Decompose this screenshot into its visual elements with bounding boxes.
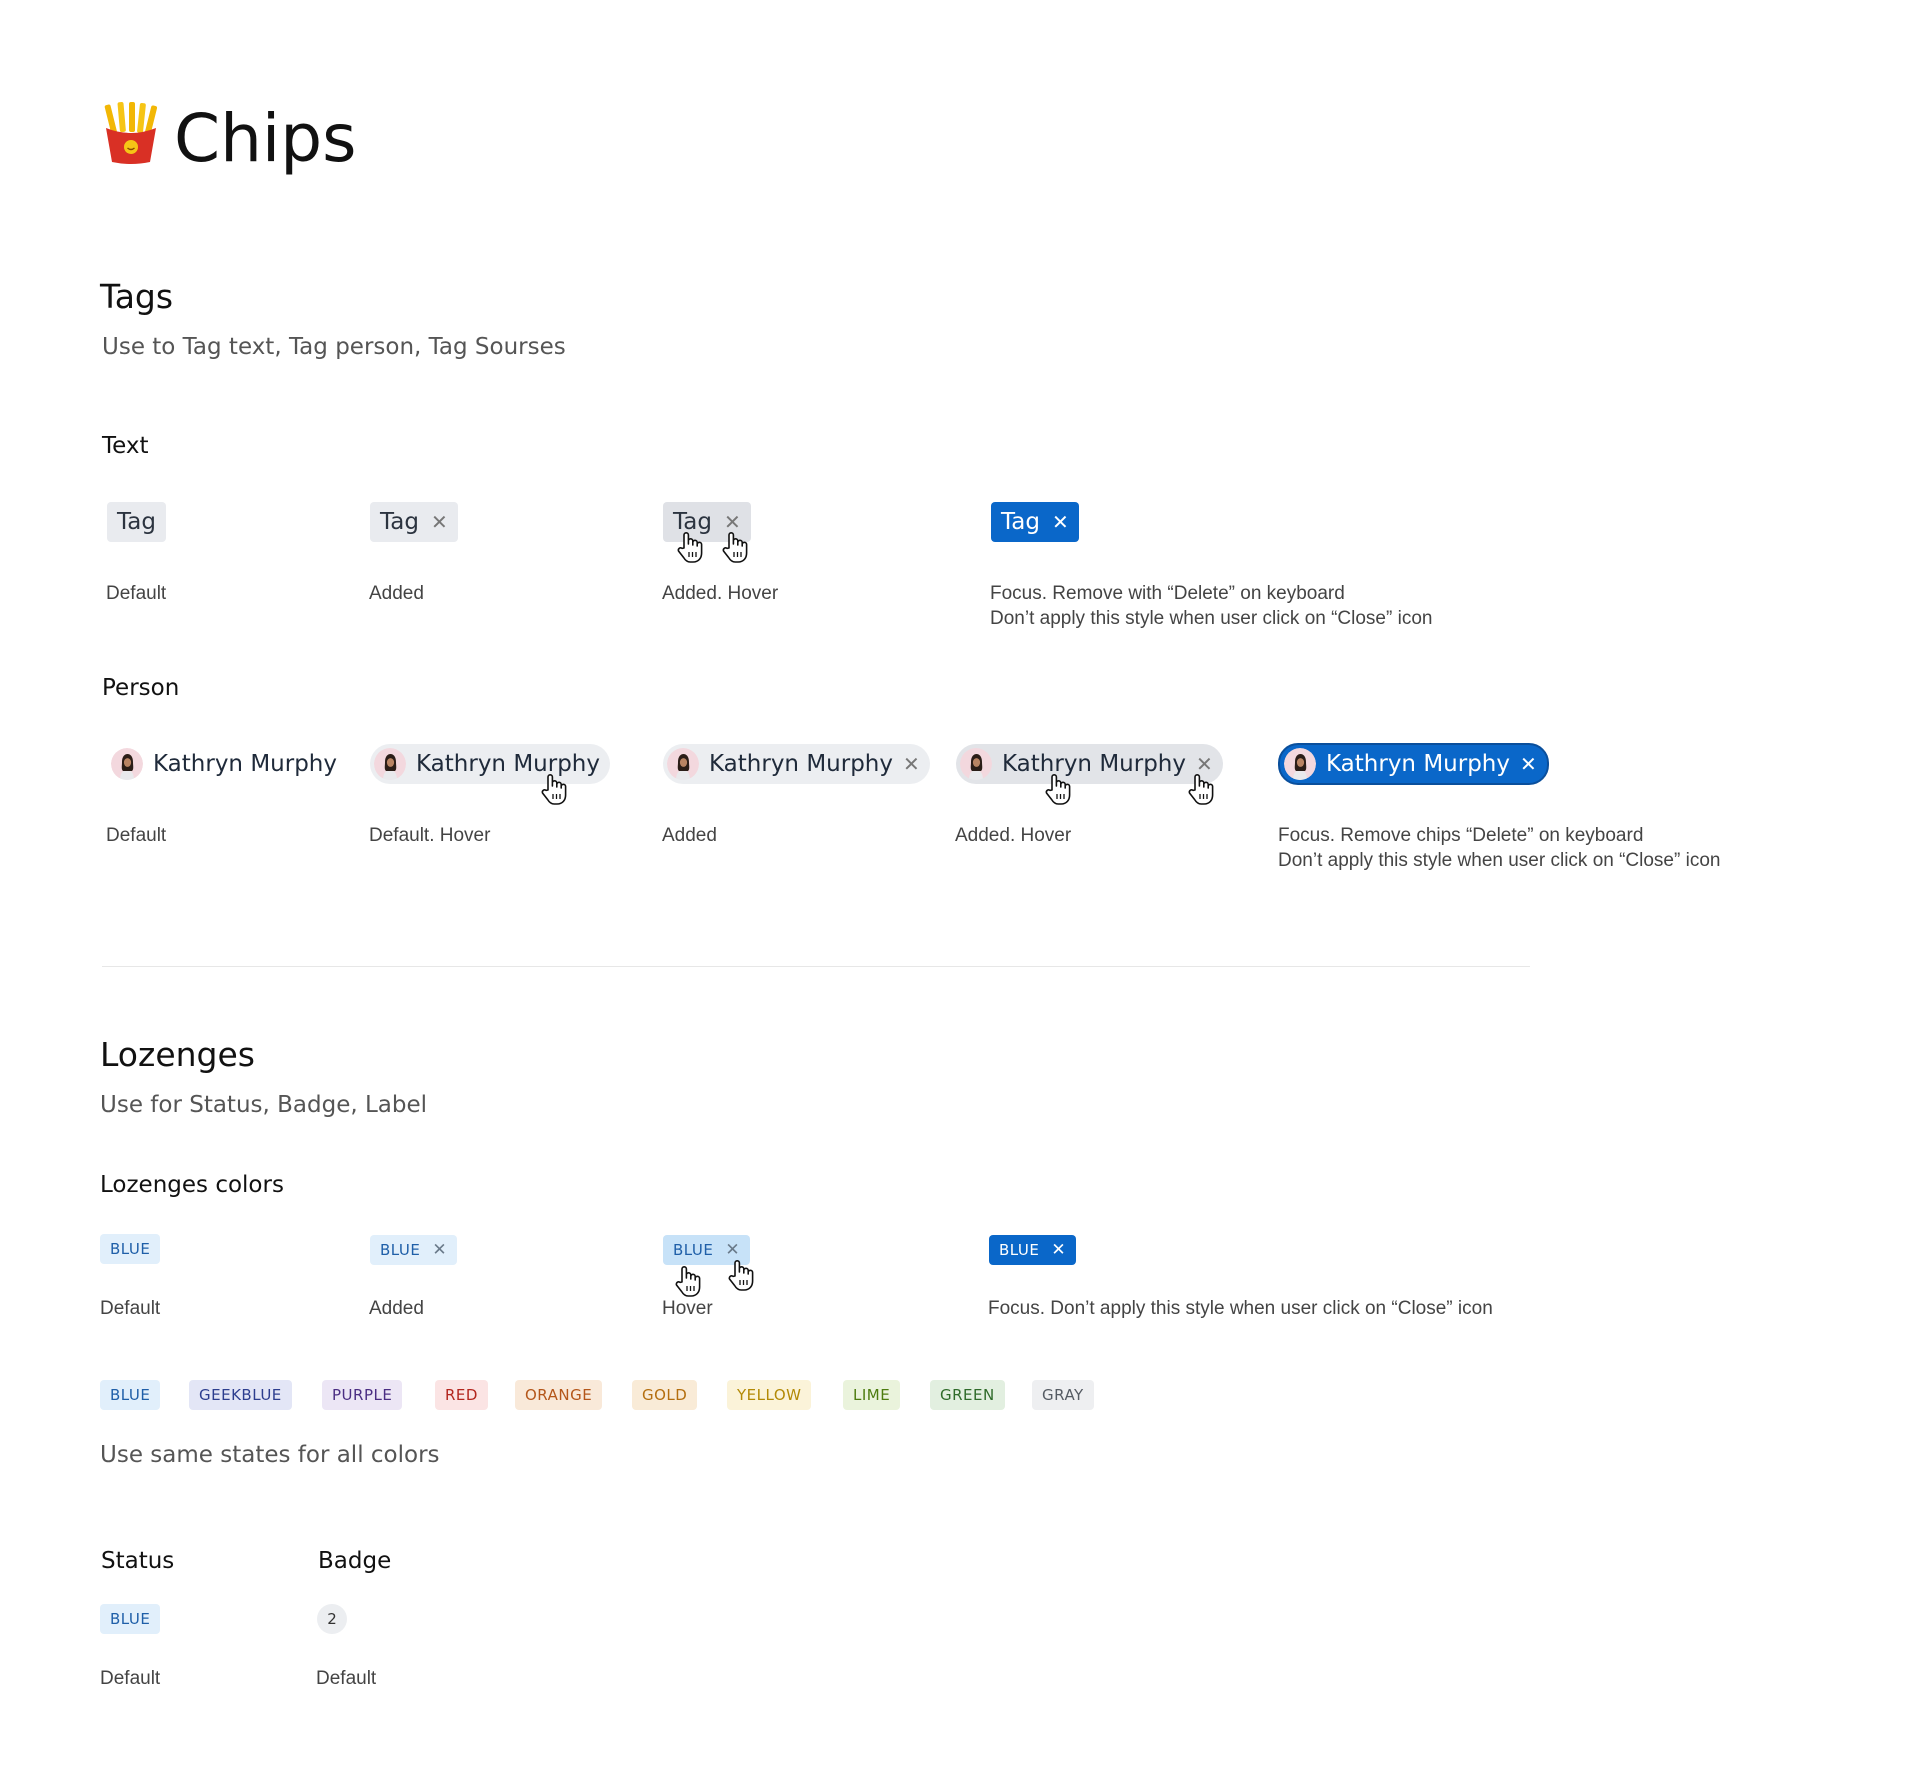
- lozenge-label: GRAY: [1042, 1386, 1084, 1404]
- person-chip-default[interactable]: Kathryn Murphy: [107, 744, 347, 784]
- person-avatar: [960, 748, 992, 780]
- person-chip-added[interactable]: Kathryn Murphy ✕: [663, 744, 930, 784]
- tags-section-subtitle: Use to Tag text, Tag person, Tag Sourses: [102, 334, 566, 360]
- caption-added: Added: [369, 1298, 424, 1319]
- tags-section-title: Tags: [100, 277, 174, 316]
- hand-pointer-cursor-icon: [1043, 772, 1073, 806]
- lozenge-label: GOLD: [642, 1386, 688, 1404]
- person-group-heading: Person: [102, 675, 180, 701]
- text-tag-added[interactable]: Tag ✕: [370, 502, 458, 542]
- lozenge-gold[interactable]: GOLD: [632, 1380, 698, 1410]
- lozenge-green[interactable]: GREEN: [930, 1380, 1005, 1410]
- french-fries-icon: [102, 102, 160, 166]
- person-name: Kathryn Murphy: [153, 751, 337, 777]
- hand-pointer-cursor-icon: [675, 530, 705, 564]
- status-label: BLUE: [110, 1610, 151, 1628]
- lozenge-label: BLUE: [380, 1241, 421, 1259]
- person-avatar: [1284, 748, 1316, 780]
- count-badge: 2: [317, 1604, 347, 1634]
- caption-focus-line2: Don’t apply this style when user click o…: [990, 608, 1433, 629]
- lozenge-geekblue[interactable]: GEEKBLUE: [189, 1380, 292, 1410]
- caption-default-hover: Default. Hover: [369, 825, 491, 846]
- close-icon[interactable]: ✕: [1520, 752, 1537, 776]
- lozenge-label: BLUE: [673, 1241, 714, 1259]
- hand-pointer-cursor-icon: [539, 772, 569, 806]
- person-avatar: [667, 748, 699, 780]
- caption-badge-default: Default: [316, 1668, 377, 1689]
- page-title: Chips: [174, 100, 357, 177]
- lozenge-gray[interactable]: GRAY: [1032, 1380, 1094, 1410]
- status-lozenge: BLUE: [100, 1604, 161, 1634]
- lozenge-label: LIME: [853, 1386, 891, 1404]
- lozenge-label: RED: [445, 1386, 478, 1404]
- text-tag-default[interactable]: Tag: [107, 502, 166, 542]
- caption-added: Added: [662, 825, 717, 846]
- close-icon[interactable]: ✕: [1051, 1240, 1066, 1260]
- close-icon[interactable]: ✕: [903, 752, 920, 776]
- palette-note: Use same states for all colors: [100, 1442, 440, 1468]
- caption-default: Default: [106, 583, 167, 604]
- person-avatar: [111, 748, 143, 780]
- section-divider: [102, 966, 1530, 967]
- lozenge-label: GREEN: [940, 1386, 995, 1404]
- caption-focus: Focus. Don’t apply this style when user …: [988, 1298, 1493, 1319]
- person-chip-default-hover[interactable]: Kathryn Murphy: [370, 744, 610, 784]
- status-heading: Status: [101, 1548, 175, 1574]
- lozenge-label: ORANGE: [525, 1386, 593, 1404]
- lozenges-colors-heading: Lozenges colors: [100, 1172, 284, 1198]
- person-name: Kathryn Murphy: [1002, 751, 1186, 777]
- badge-value: 2: [327, 1610, 337, 1628]
- caption-focus-line1: Focus. Remove chips “Delete” on keyboard: [1278, 825, 1644, 846]
- hand-pointer-cursor-icon: [720, 530, 750, 564]
- close-icon[interactable]: ✕: [431, 510, 448, 534]
- caption-status-default: Default: [100, 1668, 161, 1689]
- close-icon[interactable]: ✕: [432, 1240, 447, 1260]
- lozenge-blue[interactable]: BLUE: [100, 1380, 161, 1410]
- lozenge-label: BLUE: [999, 1241, 1040, 1259]
- caption-default: Default: [106, 825, 167, 846]
- caption-hover: Hover: [662, 1298, 713, 1319]
- caption-focus-line1: Focus. Remove with “Delete” on keyboard: [990, 583, 1345, 604]
- person-name: Kathryn Murphy: [1326, 751, 1510, 777]
- person-chip-focus[interactable]: Kathryn Murphy ✕: [1278, 743, 1549, 785]
- lozenge-yellow[interactable]: YELLOW: [727, 1380, 812, 1410]
- person-name: Kathryn Murphy: [416, 751, 600, 777]
- tag-label: Tag: [117, 509, 156, 535]
- lozenge-added[interactable]: BLUE ✕: [370, 1235, 458, 1265]
- lozenge-orange[interactable]: ORANGE: [515, 1380, 603, 1410]
- lozenge-purple[interactable]: PURPLE: [322, 1380, 403, 1410]
- lozenge-lime[interactable]: LIME: [843, 1380, 901, 1410]
- hand-pointer-cursor-icon: [673, 1264, 703, 1298]
- caption-default: Default: [100, 1298, 161, 1319]
- tag-label: Tag: [1001, 509, 1040, 535]
- person-name: Kathryn Murphy: [709, 751, 893, 777]
- caption-added-hover: Added. Hover: [662, 583, 779, 604]
- hand-pointer-cursor-icon: [726, 1258, 756, 1292]
- person-avatar: [374, 748, 406, 780]
- badge-heading: Badge: [318, 1548, 392, 1574]
- lozenge-label: BLUE: [110, 1240, 151, 1258]
- lozenge-label: GEEKBLUE: [199, 1386, 282, 1404]
- lozenge-label: PURPLE: [332, 1386, 393, 1404]
- caption-added-hover: Added. Hover: [955, 825, 1072, 846]
- lozenge-red[interactable]: RED: [435, 1380, 488, 1410]
- caption-focus-line2: Don’t apply this style when user click o…: [1278, 850, 1721, 871]
- caption-added: Added: [369, 583, 424, 604]
- lozenges-section-title: Lozenges: [100, 1035, 255, 1074]
- lozenges-section-subtitle: Use for Status, Badge, Label: [100, 1092, 428, 1118]
- tag-label: Tag: [380, 509, 419, 535]
- lozenge-default[interactable]: BLUE: [100, 1234, 161, 1264]
- lozenge-label: YELLOW: [737, 1386, 802, 1404]
- person-chip-added-hover[interactable]: Kathryn Murphy ✕: [956, 744, 1223, 784]
- close-icon[interactable]: ✕: [725, 1240, 740, 1260]
- hand-pointer-cursor-icon: [1186, 772, 1216, 806]
- close-icon[interactable]: ✕: [1052, 510, 1069, 534]
- text-group-heading: Text: [102, 433, 149, 459]
- lozenge-focus[interactable]: BLUE ✕: [989, 1235, 1077, 1265]
- lozenge-label: BLUE: [110, 1386, 151, 1404]
- text-tag-focus[interactable]: Tag ✕: [991, 502, 1079, 542]
